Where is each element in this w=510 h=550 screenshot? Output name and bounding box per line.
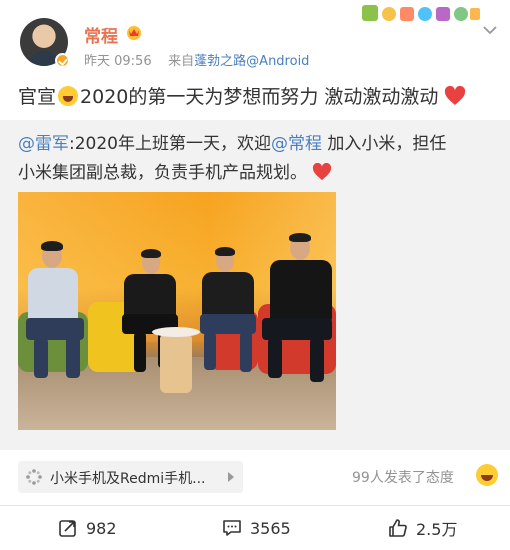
- like-button[interactable]: 2.5万: [388, 516, 457, 540]
- comment-button[interactable]: 3565: [222, 516, 291, 540]
- comment-count: 3565: [250, 518, 291, 538]
- repost-text-line2: 小米集团副总裁，负责手机产品规划。: [18, 163, 307, 183]
- chevron-down-icon[interactable]: [482, 24, 498, 36]
- loading-dots-icon: [26, 469, 42, 485]
- post-text: 官宣 2020的第一天为梦想而努力 激动激动激动: [18, 84, 498, 110]
- attitude-count[interactable]: 99人发表了态度: [352, 467, 454, 487]
- vip-crown-icon: [127, 26, 141, 40]
- repost-count: 982: [86, 518, 117, 538]
- username[interactable]: 常程: [84, 22, 118, 47]
- repost-block[interactable]: @雷军:2020年上班第一天，欢迎@常程 加入小米，担任 小米集团副总裁，负责手…: [0, 120, 510, 450]
- source-link[interactable]: 蓬勃之路@Android: [194, 54, 309, 69]
- post-meta: 昨天 09:56 来自蓬勃之路@Android: [84, 50, 309, 69]
- topic-label: 小米手机及Redmi手机...: [50, 471, 206, 487]
- side-table: [152, 327, 200, 393]
- heart-icon: [445, 86, 466, 105]
- post-photo[interactable]: [18, 192, 336, 430]
- decorative-sticker-icon: [362, 5, 480, 21]
- caret-right-icon: [228, 472, 234, 482]
- laughing-emoji-icon: [58, 86, 79, 106]
- repost-text: @雷军:2020年上班第一天，欢迎@常程 加入小米，担任 小米集团副总裁，负责手…: [18, 130, 498, 188]
- verified-badge-icon: [55, 53, 70, 68]
- thumbs-up-icon: [389, 519, 407, 537]
- topic-pill[interactable]: 小米手机及Redmi手机...: [18, 461, 243, 493]
- post-text-part2: 2020的第一天为梦想而努力 激动激动激动: [80, 86, 439, 108]
- repost-icon: [59, 520, 76, 537]
- heart-icon: [313, 163, 332, 181]
- like-count: 2.5万: [416, 520, 458, 539]
- mention-author[interactable]: @雷军: [18, 134, 69, 154]
- repost-text-b: 加入小米，担任: [322, 134, 447, 154]
- post-text-part1: 官宣: [18, 86, 57, 108]
- mention-user[interactable]: @常程: [271, 134, 322, 154]
- post-header: 常程 昨天 09:56 来自蓬勃之路@Android: [0, 0, 510, 80]
- repost-button[interactable]: 982: [58, 516, 117, 540]
- divider: [0, 505, 510, 506]
- repost-text-a: :2020年上班第一天，欢迎: [69, 134, 271, 154]
- laughing-emoji-icon[interactable]: [476, 464, 498, 486]
- comment-icon: [223, 520, 241, 536]
- source-prefix: 来自: [168, 54, 195, 69]
- post-time: 昨天 09:56: [84, 54, 152, 69]
